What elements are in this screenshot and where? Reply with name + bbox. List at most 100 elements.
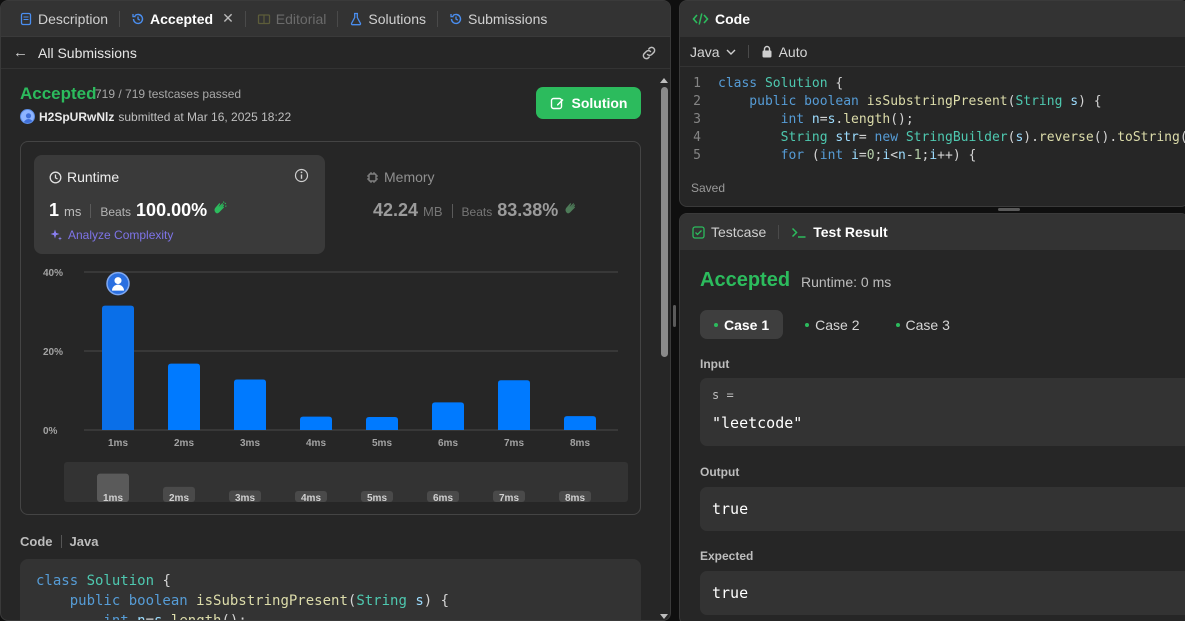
tab-editorial[interactable]: Editorial: [253, 1, 331, 37]
runtime-card[interactable]: Runtime 1 ms Beats 100.00% Analyze Compl…: [34, 155, 325, 254]
performance-box: Runtime 1 ms Beats 100.00% Analyze Compl…: [20, 141, 641, 515]
chart-bar[interactable]: [564, 416, 596, 430]
case-tab-2[interactable]: Case 2: [791, 310, 873, 339]
tab-test-result[interactable]: Test Result: [813, 224, 887, 240]
range-tick-label[interactable]: 3ms: [235, 493, 255, 504]
submitted-code-preview[interactable]: class Solution { public boolean isSubstr…: [20, 559, 641, 621]
code-line[interactable]: 4 String str= new StringBuilder(s).rever…: [680, 129, 1185, 147]
range-tick-label[interactable]: 1ms: [103, 493, 123, 504]
expected-box[interactable]: true: [700, 571, 1185, 615]
code-token: int: [819, 148, 852, 163]
code-token: =: [819, 112, 828, 127]
code-line[interactable]: 5 for (int i=0;i<n-1;i++) {: [680, 147, 1185, 165]
code-token: {: [154, 573, 171, 589]
tab-solutions[interactable]: Solutions: [345, 1, 430, 37]
code-token: for: [718, 148, 812, 163]
chart-bar[interactable]: [102, 305, 134, 430]
code-line: int n = s. length ();: [36, 611, 625, 621]
submission-subheader: ← All Submissions: [1, 37, 670, 69]
info-icon[interactable]: [294, 168, 309, 183]
close-icon[interactable]: ✕: [222, 10, 234, 27]
memory-title: Memory: [366, 169, 435, 185]
code-token: s: [154, 613, 163, 621]
saved-status: Saved: [691, 181, 726, 195]
x-tick-label: 1ms: [108, 438, 128, 449]
tab-accepted-label: Accepted: [150, 10, 214, 27]
history-icon: [132, 13, 144, 24]
code-token: =: [145, 613, 155, 621]
tab-divider: [337, 10, 339, 27]
tab-description[interactable]: Description: [15, 1, 112, 37]
chart-bar[interactable]: [300, 416, 332, 430]
line-number: 1: [693, 76, 701, 91]
code-token: int: [718, 112, 812, 127]
line-text: String str= new StringBuilder(s).reverse…: [718, 129, 1185, 147]
code-line[interactable]: 3 int n=s.length();: [680, 111, 1185, 129]
range-tick-label[interactable]: 7ms: [499, 493, 519, 504]
scroll-down-icon[interactable]: [659, 613, 669, 621]
tab-submissions[interactable]: Submissions: [445, 1, 551, 37]
code-token: ) {: [423, 593, 450, 609]
runtime-title: Runtime: [49, 169, 119, 185]
chevron-down-icon[interactable]: [726, 48, 736, 56]
code-editor[interactable]: 1 class Solution {2 public boolean isSubs…: [680, 75, 1185, 165]
author-name[interactable]: H2SpURwNlz: [39, 110, 114, 124]
code-token: boolean: [128, 593, 197, 609]
tab-testcase[interactable]: Testcase: [711, 224, 766, 240]
user-marker-head: [114, 277, 122, 285]
chart-bar[interactable]: [168, 363, 200, 430]
chart-bar[interactable]: [432, 402, 464, 430]
range-tick-label[interactable]: 2ms: [169, 493, 189, 504]
memory-card[interactable]: Memory 42.24 MB Beats 83.38%: [351, 155, 631, 254]
code-token: isSubstringPresent: [196, 593, 348, 609]
code-token: isSubstringPresent: [866, 94, 1008, 109]
edit-icon: [550, 97, 563, 109]
y-tick-label: 40%: [43, 268, 63, 279]
output-box[interactable]: true: [700, 487, 1185, 531]
document-icon: [20, 12, 32, 25]
submission-status: Accepted: [20, 84, 97, 103]
chart-bar[interactable]: [234, 379, 266, 430]
input-box[interactable]: s = "leetcode": [700, 378, 1185, 446]
line-number: 4: [693, 130, 701, 145]
scrollbar-thumb[interactable]: [661, 87, 668, 357]
range-tick-label[interactable]: 8ms: [565, 493, 585, 504]
code-token: =: [858, 148, 867, 163]
code-line[interactable]: 2 public boolean isSubstringPresent(Stri…: [680, 93, 1185, 111]
range-tick-label[interactable]: 4ms: [301, 493, 321, 504]
x-tick-label: 7ms: [504, 438, 524, 449]
analyze-complexity-link[interactable]: Analyze Complexity: [49, 228, 173, 242]
range-tick-label[interactable]: 6ms: [433, 493, 453, 504]
back-arrow-icon[interactable]: ←: [13, 44, 28, 61]
case-tab-3[interactable]: Case 3: [882, 310, 964, 339]
scroll-up-icon[interactable]: [659, 76, 669, 84]
code-token: ) {: [1078, 94, 1102, 109]
chart-bar[interactable]: [498, 380, 530, 430]
pass-dot: [714, 322, 718, 327]
submitted-at: submitted at Mar 16, 2025 18:22: [118, 109, 292, 124]
toolbar-divider: [747, 45, 749, 58]
code-section-label: Code Java: [20, 534, 98, 549]
code-token: String: [1015, 94, 1071, 109]
horizontal-resize-handle[interactable]: [998, 208, 1020, 211]
vertical-resize-handle[interactable]: [673, 305, 676, 327]
range-selector[interactable]: [64, 462, 628, 502]
range-tick-label[interactable]: 5ms: [367, 493, 387, 504]
link-icon[interactable]: [640, 45, 658, 61]
sparkle-icon: [50, 229, 62, 241]
code-panel-header: Code: [680, 1, 1185, 37]
case-tab-1[interactable]: Case 1: [700, 310, 784, 339]
language-select[interactable]: Java: [690, 44, 720, 60]
avatar[interactable]: [20, 109, 35, 124]
all-submissions-link[interactable]: All Submissions: [38, 45, 137, 61]
runtime-beats-label: Beats: [100, 205, 132, 219]
code-token: (: [811, 148, 820, 163]
solution-button[interactable]: Solution: [536, 87, 641, 119]
tab-accepted[interactable]: Accepted ✕: [127, 1, 238, 37]
runtime-distribution-chart[interactable]: 0% 20% 40% 1ms 2ms 3ms 4ms 5ms 6ms 7ms 8ms 1ms 2ms 3m…: [21, 262, 640, 512]
chart-bar[interactable]: [366, 416, 398, 430]
memory-metric: 42.24 MB Beats 83.38%: [373, 200, 579, 221]
code-line[interactable]: 1 class Solution {: [680, 75, 1185, 93]
history-icon: [450, 13, 462, 24]
auto-mode-label[interactable]: Auto: [779, 44, 808, 60]
